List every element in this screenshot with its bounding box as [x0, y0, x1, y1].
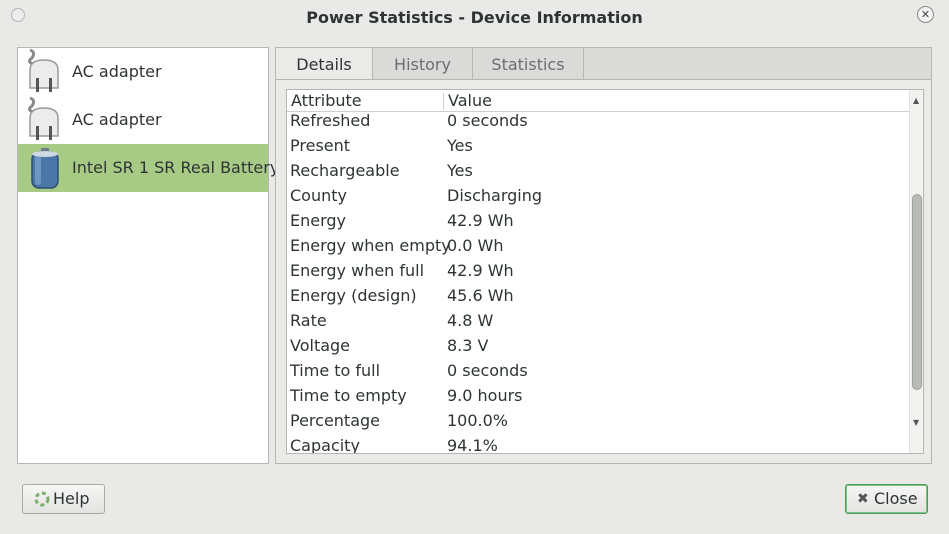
help-lifebuoy-icon: [34, 485, 50, 523]
row-attribute: Time to empty: [290, 386, 407, 405]
row-attribute: Percentage: [290, 411, 381, 430]
row-attribute: Refreshed: [290, 112, 371, 130]
tab-bar: Details History Statistics: [275, 47, 932, 81]
title-bar: Power Statistics - Device Information ✕: [0, 0, 949, 36]
row-attribute: Voltage: [290, 336, 351, 355]
row-attribute: Energy when full: [290, 261, 425, 280]
details-table[interactable]: Attribute Value Refreshed 0 seconds Prese…: [286, 89, 924, 454]
details-page: Attribute Value Refreshed 0 seconds Prese…: [275, 79, 932, 464]
battery-icon: [31, 148, 59, 189]
table-row[interactable]: Present Yes: [287, 134, 909, 159]
row-attribute: Energy: [290, 211, 347, 230]
table-header: Attribute Value: [287, 90, 909, 112]
row-value: 94.1%: [447, 436, 498, 453]
row-value: 0.0 Wh: [447, 236, 504, 255]
table-row[interactable]: Voltage 8.3 V: [287, 334, 909, 359]
scroll-down-arrow-icon[interactable]: ▼: [913, 418, 919, 427]
table-row[interactable]: Rechargeable Yes: [287, 159, 909, 184]
row-attribute: Present: [290, 136, 351, 155]
row-value: Yes: [447, 161, 473, 180]
tab-statistics[interactable]: Statistics: [473, 48, 584, 80]
row-value: 8.3 V: [447, 336, 489, 355]
table-row[interactable]: County Discharging: [287, 184, 909, 209]
row-attribute: Energy (design): [290, 286, 417, 305]
ac-adapter-icon: [27, 48, 59, 92]
row-value: 0 seconds: [447, 361, 528, 380]
close-button-label: Close: [874, 489, 918, 508]
device-list[interactable]: AC adapter AC adapter Intel SR 1 SR Real…: [17, 47, 279, 464]
table-row[interactable]: Rate 4.8 W: [287, 309, 909, 334]
device-label: Intel SR 1 SR Real Battery: [72, 158, 280, 177]
row-value: 9.0 hours: [447, 386, 523, 405]
row-attribute: Energy when empty: [290, 236, 451, 255]
device-item-battery[interactable]: Intel SR 1 SR Real Battery: [18, 144, 279, 192]
device-item-ac-adapter-1[interactable]: AC adapter: [18, 48, 268, 96]
table-row[interactable]: Energy 42.9 Wh: [287, 209, 909, 234]
table-row[interactable]: Capacity 94.1%: [287, 434, 909, 453]
help-button[interactable]: Help: [22, 484, 105, 514]
row-value: 42.9 Wh: [447, 211, 514, 230]
row-value: Yes: [447, 136, 473, 155]
device-label: AC adapter: [72, 62, 162, 81]
device-item-ac-adapter-2[interactable]: AC adapter: [18, 96, 268, 144]
row-attribute: Rate: [290, 311, 327, 330]
row-attribute: Time to full: [290, 361, 381, 380]
column-separator: [443, 93, 444, 110]
table-row[interactable]: Percentage 100.0%: [287, 409, 909, 434]
table-row[interactable]: Time to empty 9.0 hours: [287, 384, 909, 409]
ac-adapter-icon: [27, 96, 59, 140]
row-value: 0 seconds: [447, 112, 528, 130]
close-x-icon: ✖: [857, 491, 869, 507]
scrollbar-thumb[interactable]: [912, 194, 922, 390]
table-row[interactable]: Energy when full 42.9 Wh: [287, 259, 909, 284]
close-circle-icon[interactable]: ✕: [917, 6, 934, 23]
vertical-scrollbar[interactable]: ▲ ▼: [909, 90, 923, 453]
window-title: Power Statistics - Device Information: [306, 8, 643, 27]
tab-history[interactable]: History: [373, 48, 473, 80]
column-header-attribute[interactable]: Attribute: [291, 91, 362, 110]
row-value: 42.9 Wh: [447, 261, 514, 280]
row-value: Discharging: [447, 186, 543, 205]
row-attribute: Capacity: [290, 436, 360, 453]
table-row[interactable]: Energy (design) 45.6 Wh: [287, 284, 909, 309]
device-notebook: Details History Statistics Attribute Val…: [275, 47, 932, 464]
row-value: 4.8 W: [447, 311, 494, 330]
column-header-value[interactable]: Value: [448, 91, 492, 110]
row-value: 100.0%: [447, 411, 509, 430]
row-value: 45.6 Wh: [447, 286, 514, 305]
tab-details[interactable]: Details: [276, 48, 373, 81]
table-row[interactable]: Energy when empty 0.0 Wh: [287, 234, 909, 259]
device-label: AC adapter: [72, 110, 162, 129]
table-row[interactable]: Refreshed 0 seconds: [287, 112, 909, 134]
help-button-label: Help: [53, 489, 90, 508]
table-row[interactable]: Time to full 0 seconds: [287, 359, 909, 384]
row-attribute: County: [290, 186, 347, 205]
close-button[interactable]: ✖ Close: [845, 484, 928, 514]
table-body: Refreshed 0 seconds Present Yes Rechargeab…: [287, 112, 909, 453]
scroll-up-arrow-icon[interactable]: ▲: [913, 96, 919, 105]
row-attribute: Rechargeable: [290, 161, 400, 180]
